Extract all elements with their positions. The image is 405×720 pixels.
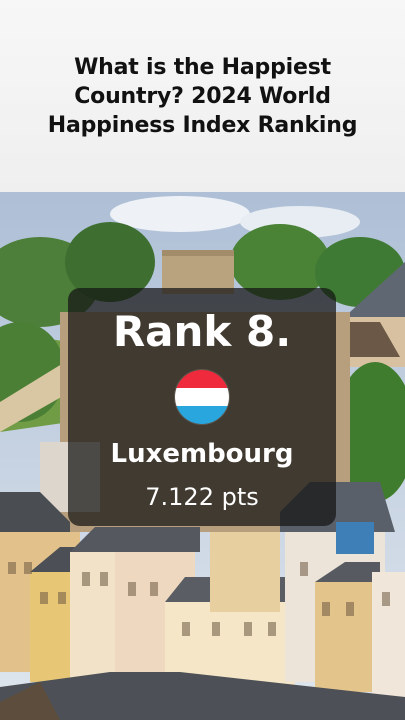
score-value: 7.122 pts bbox=[145, 483, 259, 511]
luxembourg-flag-icon bbox=[175, 370, 229, 424]
rank-label: Rank 8. bbox=[112, 307, 292, 356]
background-photo: Rank 8. Luxembourg 7.122 pts bbox=[0, 192, 405, 720]
page-title: What is the Happiest Country? 2024 World… bbox=[47, 54, 358, 138]
title-banner: What is the Happiest Country? 2024 World… bbox=[0, 0, 405, 192]
flag-stripe-red bbox=[175, 370, 229, 388]
flag-stripe-blue bbox=[175, 406, 229, 424]
ranking-card: Rank 8. Luxembourg 7.122 pts bbox=[68, 288, 336, 526]
flag-stripe-white bbox=[175, 388, 229, 406]
country-name: Luxembourg bbox=[110, 439, 294, 469]
